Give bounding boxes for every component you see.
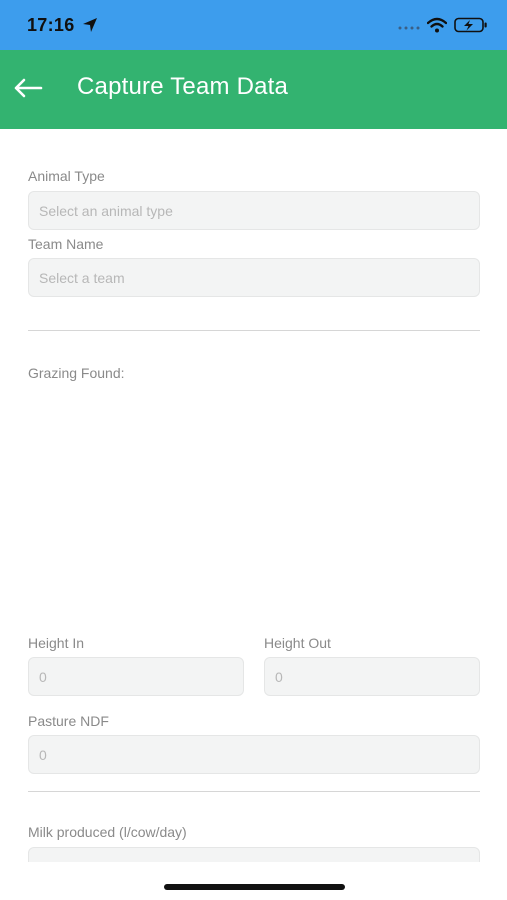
back-arrow-icon[interactable] — [13, 77, 43, 99]
height-out-input[interactable]: 0 — [264, 657, 480, 696]
animal-type-select[interactable]: Select an animal type — [28, 191, 480, 230]
wifi-icon — [427, 17, 447, 33]
pasture-ndf-value: 0 — [39, 746, 47, 763]
height-in-input[interactable]: 0 — [28, 657, 244, 696]
height-out-value: 0 — [275, 668, 283, 685]
height-in-label: Height In — [28, 635, 85, 651]
height-out-label: Height Out — [264, 635, 331, 651]
milk-produced-label: Milk produced (l/cow/day) — [28, 824, 187, 840]
animal-type-label: Animal Type — [28, 168, 105, 184]
animal-type-placeholder: Select an animal type — [39, 202, 173, 219]
page-title: Capture Team Data — [77, 73, 289, 100]
pasture-ndf-label: Pasture NDF — [28, 713, 109, 729]
grazing-found-label: Grazing Found: — [28, 365, 125, 381]
location-arrow-icon — [83, 18, 97, 32]
status-bar: 17:16 — [0, 0, 507, 50]
height-in-value: 0 — [39, 668, 47, 685]
team-name-select[interactable]: Select a team — [28, 258, 480, 297]
pasture-ndf-input[interactable]: 0 — [28, 735, 480, 774]
team-name-placeholder: Select a team — [39, 269, 125, 286]
section-divider — [28, 330, 480, 331]
team-name-label: Team Name — [28, 236, 104, 252]
cellular-signal-icon — [398, 26, 420, 30]
home-indicator[interactable] — [164, 884, 345, 890]
bottom-safe-area — [0, 862, 507, 900]
status-time: 17:16 — [27, 15, 75, 35]
section-divider-2 — [28, 791, 480, 792]
battery-charging-icon — [454, 17, 487, 33]
